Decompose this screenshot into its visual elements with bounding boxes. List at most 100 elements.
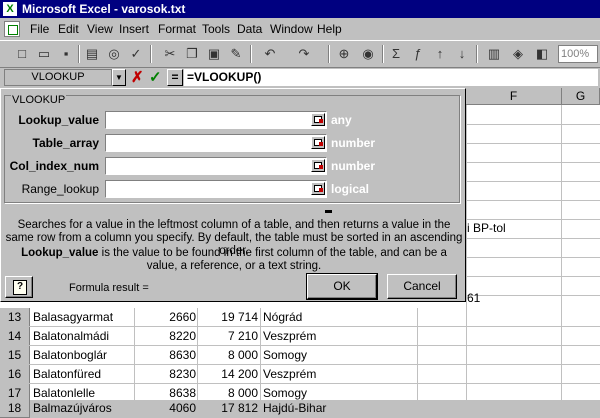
table-array-input[interactable] <box>105 134 327 152</box>
menu-insert[interactable]: Insert <box>119 22 149 36</box>
cell-population[interactable]: 14 200 <box>198 365 258 384</box>
cell-city[interactable]: Balatonfüred <box>33 365 135 384</box>
cell-zip[interactable]: 2660 <box>136 308 196 327</box>
row-header[interactable]: 15 <box>0 346 30 365</box>
web-toolbar-icon[interactable]: ◉ <box>358 45 378 63</box>
collapse-dialog-icon[interactable] <box>311 159 325 172</box>
enter-icon[interactable]: ✓ <box>149 68 162 86</box>
cancel-icon[interactable]: ✗ <box>131 68 144 86</box>
menu-file[interactable]: File <box>30 22 49 36</box>
sort-ascending-icon[interactable]: ↑ <box>430 45 450 63</box>
menu-help[interactable]: Help <box>317 22 342 36</box>
table-array-label: Table_array <box>32 136 100 150</box>
row-header[interactable]: 18 <box>0 399 30 418</box>
print-preview-icon[interactable]: ◎ <box>104 45 124 63</box>
menu-edit[interactable]: Edit <box>58 22 79 36</box>
excel-icon[interactable]: X <box>3 2 17 16</box>
collapse-dialog-icon[interactable] <box>311 136 325 149</box>
menu-format[interactable]: Format <box>158 22 196 36</box>
argument-help-text: is the value to be found in the first co… <box>98 247 447 272</box>
lookup-value-type: any <box>331 113 352 127</box>
copy-icon[interactable]: ❐ <box>182 45 202 63</box>
grid-line <box>561 105 562 400</box>
document-icon[interactable] <box>4 21 20 37</box>
range-lookup-input[interactable] <box>105 180 327 198</box>
menu-data[interactable]: Data <box>237 22 262 36</box>
grid-line <box>0 345 600 346</box>
grid-line <box>197 308 198 400</box>
autosum-icon[interactable]: Σ <box>386 45 406 63</box>
print-icon[interactable]: ▤ <box>82 45 102 63</box>
grid-line <box>0 364 600 365</box>
hyperlink-icon[interactable]: ⊕ <box>334 45 354 63</box>
column-header-g[interactable]: G <box>562 88 600 105</box>
paste-icon[interactable]: ▣ <box>204 45 224 63</box>
spelling-icon[interactable]: ✓ <box>126 45 146 63</box>
row-header[interactable]: 13 <box>0 308 30 327</box>
range-lookup-type: logical <box>331 182 370 196</box>
toolbar-separator <box>328 45 330 63</box>
column-header-f[interactable]: F <box>466 88 562 105</box>
toolbar-separator <box>250 45 252 63</box>
name-box[interactable]: VLOOKUP <box>4 69 112 86</box>
format-painter-icon[interactable]: ✎ <box>226 45 246 63</box>
open-icon[interactable]: ▭ <box>34 45 54 63</box>
drawing-icon[interactable]: ◧ <box>532 45 552 63</box>
formula-input[interactable]: =VLOOKUP() <box>184 69 598 86</box>
cell-zip[interactable]: 4060 <box>136 399 196 418</box>
cell-city[interactable]: Balatonalmádi <box>33 327 135 346</box>
col-index-num-input[interactable] <box>105 157 327 175</box>
argument-name: Lookup_value <box>21 247 99 259</box>
grid-line <box>260 308 261 400</box>
row-header[interactable]: 14 <box>0 327 30 346</box>
cell-county[interactable]: Nógrád <box>263 308 413 327</box>
map-icon[interactable]: ◈ <box>508 45 528 63</box>
menu-window[interactable]: Window <box>270 22 313 36</box>
cancel-button[interactable]: Cancel <box>387 274 457 299</box>
cell-population[interactable]: 19 714 <box>198 308 258 327</box>
chart-wizard-icon[interactable]: ▥ <box>484 45 504 63</box>
paste-function-icon[interactable]: ƒ <box>408 45 428 63</box>
cell-city[interactable]: Balmazújváros <box>33 399 135 418</box>
cell-e-partial[interactable]: 61 <box>467 289 480 308</box>
row-header[interactable]: 16 <box>0 365 30 384</box>
formula-bar: VLOOKUP ▼ ✗ ✓ = =VLOOKUP() <box>0 68 600 88</box>
cell-population[interactable]: 17 812 <box>198 399 258 418</box>
cell-city[interactable]: Balasagyarmat <box>33 308 135 327</box>
sort-descending-icon[interactable]: ↓ <box>452 45 472 63</box>
cell-county[interactable]: Veszprém <box>263 327 413 346</box>
function-arguments-dialog: VLOOKUP Lookup_value any Table_array num… <box>0 88 466 302</box>
edit-formula-button[interactable]: = <box>167 69 183 86</box>
cell-county[interactable]: Hajdú-Bihar <box>263 399 413 418</box>
menu-bar: File Edit View Insert Format Tools Data … <box>0 18 600 40</box>
toolbar-separator <box>382 45 384 63</box>
save-icon[interactable]: ▪ <box>56 45 76 63</box>
zoom-box[interactable]: 100% <box>558 45 598 63</box>
grid-line <box>417 308 418 400</box>
col-index-num-label: Col_index_num <box>9 159 99 173</box>
menu-tools[interactable]: Tools <box>202 22 230 36</box>
undo-icon[interactable]: ↶ <box>260 45 280 63</box>
cell-zip[interactable]: 8220 <box>136 327 196 346</box>
new-icon[interactable]: □ <box>12 45 32 63</box>
cell-zip[interactable]: 8630 <box>136 346 196 365</box>
ok-button[interactable]: OK <box>306 273 378 300</box>
grid-line <box>134 308 135 400</box>
cell-e-partial[interactable]: i BP-tol <box>467 219 506 238</box>
collapse-dialog-icon[interactable] <box>311 182 325 195</box>
chevron-down-icon[interactable]: ▼ <box>112 69 126 86</box>
lookup-value-input[interactable] <box>105 111 327 129</box>
collapse-dialog-icon[interactable] <box>311 113 325 126</box>
menu-view[interactable]: View <box>87 22 113 36</box>
cell-city[interactable]: Balatonboglár <box>33 346 135 365</box>
cell-population[interactable]: 7 210 <box>198 327 258 346</box>
cut-icon[interactable]: ✂ <box>160 45 180 63</box>
cell-county[interactable]: Veszprém <box>263 365 413 384</box>
cell-population[interactable]: 8 000 <box>198 346 258 365</box>
help-button[interactable]: ? <box>5 276 33 298</box>
cell-zip[interactable]: 8230 <box>136 365 196 384</box>
grid-line <box>0 383 600 384</box>
cell-county[interactable]: Somogy <box>263 346 413 365</box>
redo-icon[interactable]: ↷ <box>294 45 314 63</box>
argument-description: Lookup_value is the value to be found in… <box>5 247 463 273</box>
